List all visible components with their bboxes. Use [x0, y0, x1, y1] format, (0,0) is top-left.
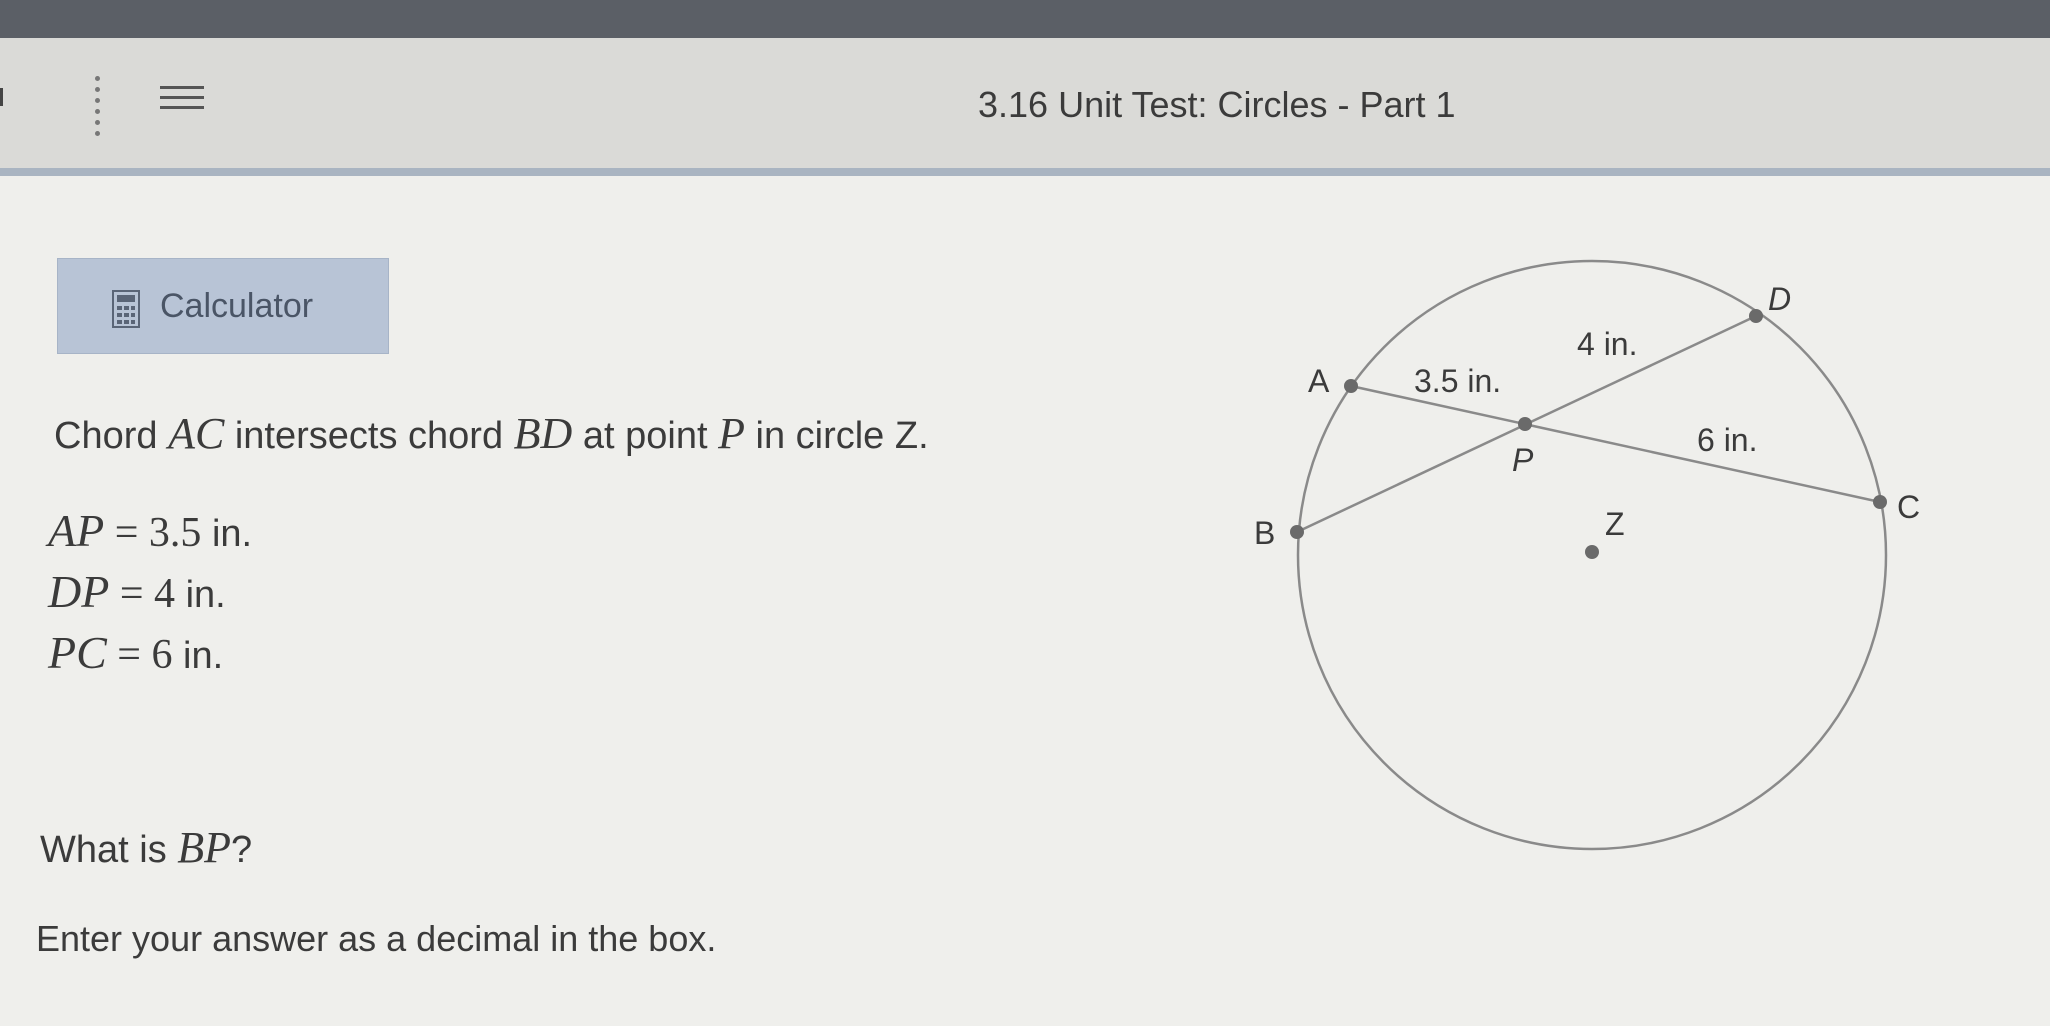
- point-z: [1585, 545, 1599, 559]
- point-c: [1873, 495, 1887, 509]
- chord-ac: [1350, 384, 1881, 504]
- segment-dp-label: 4 in.: [1577, 326, 1637, 362]
- point-p: [1518, 417, 1532, 431]
- segment-ap-label: 3.5 in.: [1414, 363, 1501, 399]
- label-z: Z: [1605, 506, 1625, 542]
- label-a: A: [1308, 363, 1330, 399]
- segment-pc-label: 6 in.: [1697, 422, 1757, 458]
- point-a: [1344, 379, 1358, 393]
- label-b: B: [1254, 515, 1275, 551]
- label-d: D: [1768, 281, 1791, 317]
- point-d: [1749, 309, 1763, 323]
- label-c: C: [1897, 489, 1920, 525]
- point-b: [1290, 525, 1304, 539]
- label-p: P: [1512, 442, 1534, 478]
- circle-diagram: A B C D P Z 3.5 in. 4 in. 6 in.: [1254, 259, 1920, 851]
